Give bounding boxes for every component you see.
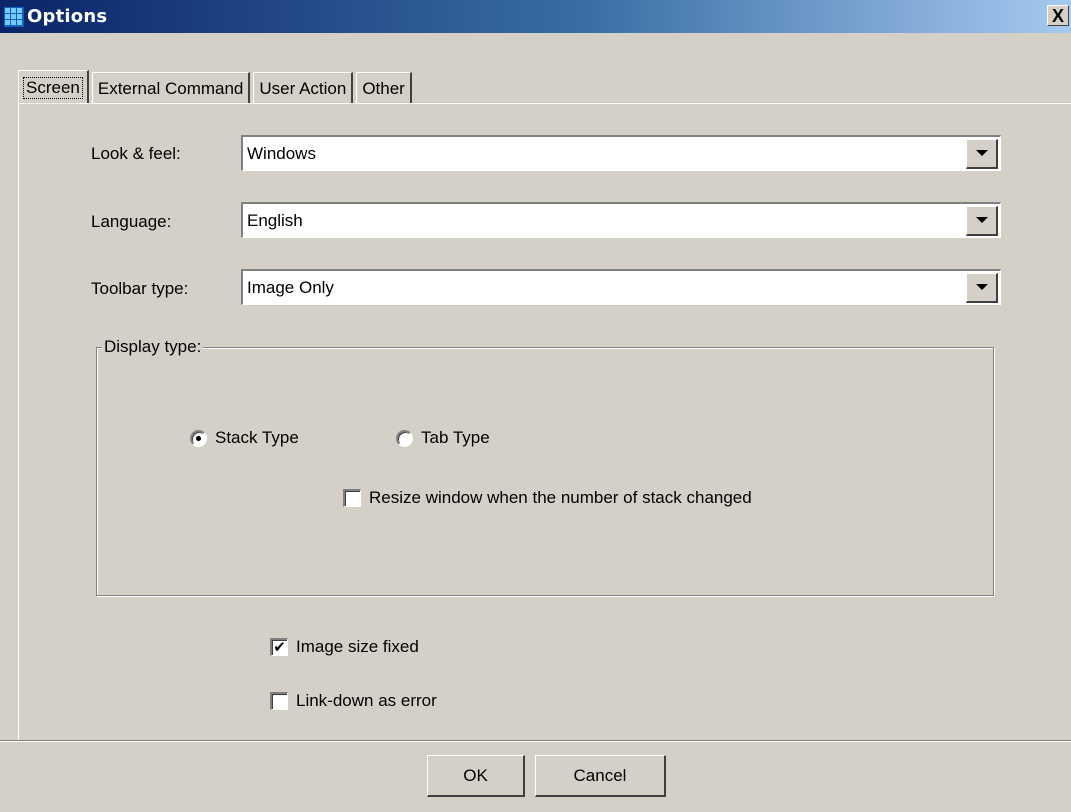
- close-icon: X: [1051, 5, 1064, 26]
- language-dropdown-button[interactable]: [966, 205, 998, 236]
- chevron-down-icon: [975, 217, 988, 223]
- resize-window-checkbox[interactable]: Resize window when the number of stack c…: [343, 488, 752, 508]
- tab-panel-border-left: [18, 103, 19, 740]
- language-select[interactable]: English: [241, 202, 1001, 238]
- image-size-fixed-label: Image size fixed: [296, 637, 419, 656]
- display-type-label: Display type:: [102, 337, 204, 357]
- stack-type-label: Stack Type: [215, 428, 299, 447]
- checkbox-unchecked-icon[interactable]: [343, 489, 361, 507]
- tab-other[interactable]: Other: [356, 72, 412, 104]
- cancel-button-label: Cancel: [573, 765, 627, 785]
- window-title: Options: [27, 6, 108, 27]
- link-down-error-checkbox[interactable]: Link-down as error: [270, 691, 437, 711]
- radio-unselected-icon[interactable]: [396, 429, 413, 447]
- look-feel-dropdown-button[interactable]: [966, 138, 998, 169]
- look-feel-label: Look & feel:: [91, 144, 181, 163]
- display-type-group: [96, 347, 994, 596]
- tab-type-label: Tab Type: [421, 428, 490, 447]
- ok-button[interactable]: OK: [427, 755, 525, 797]
- cancel-button[interactable]: Cancel: [535, 755, 666, 797]
- tab-external-command[interactable]: External Command: [91, 72, 251, 104]
- chevron-down-icon: [975, 284, 988, 290]
- stack-type-radio[interactable]: Stack Type: [190, 428, 299, 448]
- tab-user-action[interactable]: User Action: [253, 72, 354, 104]
- footer-separator-highlight: [0, 741, 1071, 742]
- checkmark-icon[interactable]: ✔: [270, 638, 288, 656]
- grid-icon: [3, 6, 25, 28]
- toolbar-type-value: Image Only: [247, 277, 334, 297]
- tab-type-radio[interactable]: Tab Type: [396, 428, 490, 448]
- tab-panel-border: [18, 103, 1071, 104]
- look-feel-value: Windows: [247, 143, 316, 163]
- toolbar-type-dropdown-button[interactable]: [966, 272, 998, 303]
- ok-button-label: OK: [463, 765, 488, 785]
- tab-strip: Screen External Command User Action Othe…: [18, 70, 415, 104]
- radio-selected-icon[interactable]: [190, 429, 207, 447]
- language-value: English: [247, 210, 303, 230]
- title-bar: Options X: [0, 0, 1071, 33]
- link-down-error-label: Link-down as error: [296, 691, 437, 710]
- chevron-down-icon: [975, 150, 988, 156]
- image-size-fixed-checkbox[interactable]: ✔ Image size fixed: [270, 637, 419, 657]
- tab-screen[interactable]: Screen: [18, 70, 89, 104]
- checkbox-unchecked-icon[interactable]: [270, 692, 288, 710]
- look-feel-select[interactable]: Windows: [241, 135, 1001, 171]
- resize-window-label: Resize window when the number of stack c…: [369, 488, 752, 507]
- toolbar-type-select[interactable]: Image Only: [241, 269, 1001, 305]
- toolbar-type-label: Toolbar type:: [91, 279, 189, 298]
- close-button[interactable]: X: [1047, 5, 1069, 26]
- language-label: Language:: [91, 212, 172, 231]
